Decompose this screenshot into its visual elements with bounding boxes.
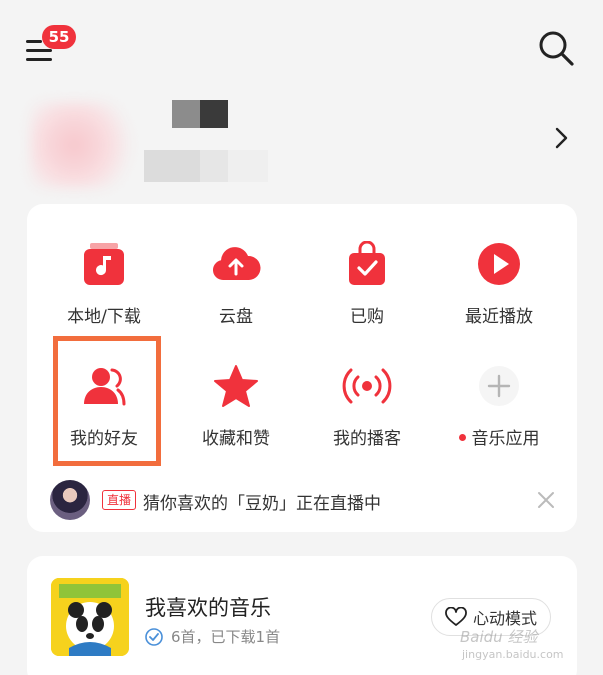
star-icon: [210, 360, 262, 412]
quick-item-label: 最近播放: [465, 307, 533, 327]
quick-item-purchased[interactable]: 已购: [302, 238, 432, 348]
streamer-avatar: [50, 480, 90, 520]
playlist-title: 我喜欢的音乐: [145, 596, 271, 620]
cloud-upload-icon: [210, 238, 262, 290]
live-tag: 直播: [102, 490, 136, 510]
live-recommendation[interactable]: 直播 猜你喜欢的「豆奶」正在直播中: [50, 478, 560, 524]
playlist-cover: [51, 578, 129, 656]
podcast-icon: [341, 360, 393, 412]
quick-item-label-with-dot: 音乐应用: [458, 424, 540, 449]
top-bar: 55: [0, 0, 603, 90]
info-mosaic: [200, 150, 228, 182]
quick-item-recent-play[interactable]: 最近播放: [434, 238, 564, 348]
plus-icon: [473, 360, 525, 412]
playlist-subtitle: 6首，已下载1首: [145, 626, 280, 647]
quick-item-label: 音乐应用: [471, 429, 540, 449]
info-mosaic: [228, 150, 268, 182]
quick-item-cloud[interactable]: 云盘: [171, 238, 301, 348]
watermark: Baidu 经验: [460, 628, 538, 646]
profile-header[interactable]: [0, 90, 603, 195]
search-button[interactable]: [536, 28, 576, 68]
quick-item-label: 我的播客: [333, 429, 401, 449]
play-icon: [473, 238, 525, 290]
username-mosaic: [172, 100, 200, 128]
quick-item-music-apps[interactable]: 音乐应用: [434, 360, 564, 470]
search-icon: [539, 31, 574, 66]
username-mosaic: [200, 100, 228, 128]
quick-item-label: 云盘: [219, 307, 253, 327]
downloaded-check-icon: [145, 627, 163, 646]
heart-icon: [445, 607, 467, 626]
playlist-subtitle-text: 6首，已下载1首: [171, 628, 281, 646]
close-icon[interactable]: [536, 490, 556, 510]
info-mosaic: [144, 150, 200, 182]
new-dot: [458, 433, 466, 441]
quick-item-label: 本地/下载: [67, 307, 141, 327]
avatar: [30, 102, 140, 188]
menu-button[interactable]: 55: [24, 25, 76, 66]
quick-item-podcast[interactable]: 我的播客: [302, 360, 432, 470]
chevron-right-icon[interactable]: [551, 126, 571, 150]
quick-item-collections[interactable]: 收藏和赞: [171, 360, 301, 470]
highlight-box: [53, 336, 161, 466]
purchased-bag-icon: [341, 238, 393, 290]
live-text: 猜你喜欢的「豆奶」正在直播中: [143, 494, 381, 514]
watermark-url: jingyan.baidu.com: [462, 648, 564, 661]
quick-item-local-download[interactable]: 本地/下载: [39, 238, 169, 348]
notification-badge: 55: [42, 25, 76, 49]
quick-item-label: 收藏和赞: [202, 429, 270, 449]
quick-item-label: 已购: [350, 307, 384, 327]
local-download-icon: [78, 238, 130, 290]
